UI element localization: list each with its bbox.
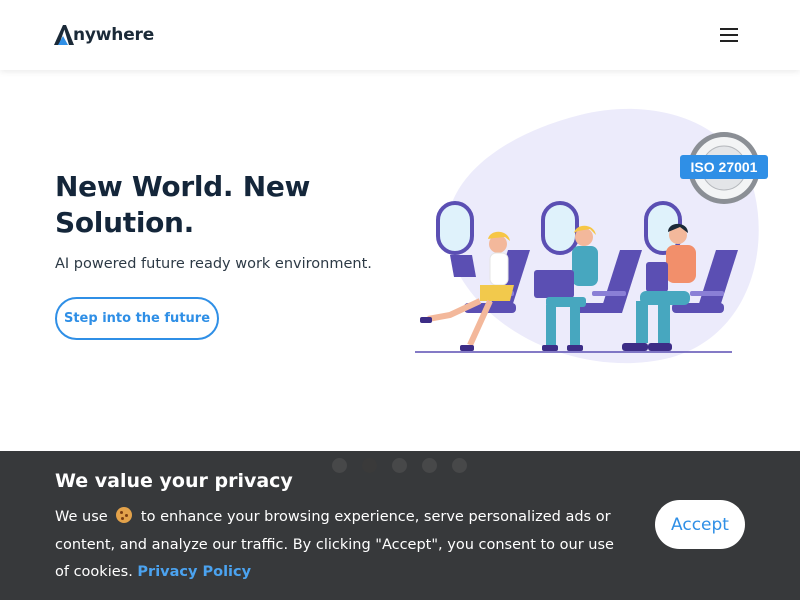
cookie-text-start: We use bbox=[55, 509, 108, 525]
cookie-banner: We value your privacy We use to enhance … bbox=[0, 451, 800, 600]
carousel-dot[interactable] bbox=[392, 458, 407, 473]
iso-27001-badge: ISO 27001 bbox=[680, 132, 768, 204]
hamburger-menu-icon[interactable] bbox=[720, 26, 740, 44]
badge-label: ISO 27001 bbox=[691, 159, 758, 175]
carousel-dot-active[interactable] bbox=[362, 458, 377, 473]
accept-button[interactable]: Accept bbox=[655, 500, 745, 549]
cookie-banner-title: We value your privacy bbox=[55, 470, 293, 492]
hero-subtitle: AI powered future ready work environment… bbox=[55, 256, 372, 272]
hero-title: New World. New Solution. bbox=[55, 170, 311, 239]
logo-text: nywhere bbox=[73, 25, 155, 45]
carousel-dot[interactable] bbox=[332, 458, 347, 473]
carousel-dot[interactable] bbox=[422, 458, 437, 473]
carousel-dots bbox=[332, 458, 467, 473]
step-into-future-button[interactable]: Step into the future bbox=[55, 297, 219, 340]
logo-mark-icon bbox=[54, 25, 74, 45]
carousel-dot[interactable] bbox=[452, 458, 467, 473]
site-header: nywhere bbox=[0, 0, 800, 70]
cookie-banner-text: We use to enhance your browsing experien… bbox=[55, 504, 625, 587]
privacy-policy-link[interactable]: Privacy Policy bbox=[137, 564, 251, 580]
logo[interactable]: nywhere bbox=[54, 25, 154, 45]
cookie-icon bbox=[116, 507, 133, 523]
